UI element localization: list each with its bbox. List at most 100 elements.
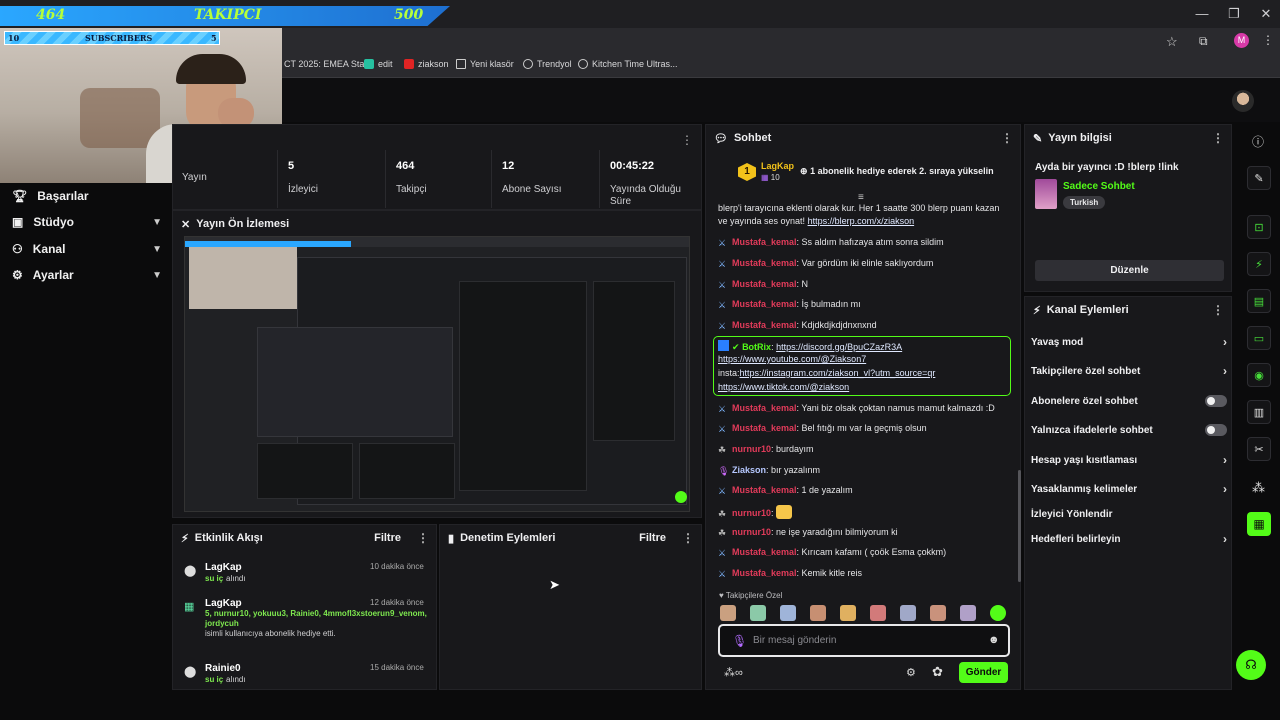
trophy-icon: 🏆︎ <box>12 189 28 203</box>
tag-badge[interactable]: Turkish <box>1063 196 1106 209</box>
emote-icon <box>776 505 793 519</box>
mod-icon: ⚔ <box>718 300 727 310</box>
nav-item-settings[interactable]: ⚙ Ayarlar ▼ <box>12 264 162 286</box>
action-banned-words[interactable]: Yasaklanmış kelimeler › <box>1031 478 1227 500</box>
gift-icon: ⊕ <box>800 166 808 176</box>
action-emote-only-chat[interactable]: Yalnızca ifadelerle sohbet <box>1031 419 1227 441</box>
stat-stream: Yayın <box>172 150 278 208</box>
close-icon[interactable]: ✕ <box>1256 6 1276 22</box>
chat-message: ⚔ Mustafa_kemal: Var gördüm iki elinle sa… <box>718 258 934 269</box>
extensions-icon[interactable]: ⧉ <box>1199 34 1208 49</box>
action-subscribers-chat[interactable]: Abonelere özel sohbet <box>1031 390 1227 412</box>
edit-button[interactable]: Düzenle <box>1035 260 1224 281</box>
action-followers-chat[interactable]: Takipçilere özel sohbet › <box>1031 360 1227 382</box>
lightning-icon[interactable]: ⚡︎ <box>1247 252 1271 276</box>
more-options-icon[interactable]: ⋮ <box>1212 303 1224 317</box>
stream-preview-video[interactable] <box>184 236 690 512</box>
browser-menu-icon[interactable]: ⋮ <box>1262 33 1274 47</box>
send-button[interactable]: Gönder <box>959 662 1008 683</box>
emote-button[interactable] <box>720 605 736 621</box>
more-options-icon[interactable]: ⋮ <box>1212 131 1224 145</box>
info-icon[interactable]: ⓘ <box>1252 133 1264 150</box>
chat-message: ve yayında ses oynat! https://blerp.com/… <box>718 216 915 226</box>
chat-input-placeholder: Bir mesaj gönderin <box>753 635 837 646</box>
bookmark-item[interactable]: Yeni klasör <box>456 59 514 69</box>
activity-item: ⬤ Rainie0 su iç alındı 15 dakika önce <box>184 663 424 684</box>
puzzle-icon[interactable]: ✿ <box>932 664 943 680</box>
activity-item: ▦ LagKap 5, nurnur10, yokuuu3, Rainie0, 4… <box>184 598 427 638</box>
chevron-right-icon: › <box>1223 364 1227 378</box>
subscribers-chat-toggle[interactable] <box>1205 395 1227 407</box>
shield-icon: ▮ <box>448 532 455 545</box>
mod-icon: ⚔ <box>718 404 727 414</box>
bookmark-favicon-icon <box>364 59 374 69</box>
emote-button[interactable] <box>810 605 826 621</box>
stat-viewers: 5 İzleyici <box>278 150 386 208</box>
more-options-icon[interactable]: ⋮ <box>417 531 429 545</box>
clapper-icon[interactable]: ▦ <box>1247 512 1271 536</box>
emote-button[interactable] <box>900 605 916 621</box>
points-icon[interactable]: ⁂∞ <box>724 666 743 679</box>
clipboard-icon[interactable]: ▤ <box>1247 289 1271 313</box>
moderation-filter-button[interactable]: Filtre <box>639 532 666 544</box>
nav-item-achievements[interactable]: 🏆︎ Başarılar <box>12 185 162 207</box>
more-options-icon[interactable]: ⋮ <box>682 531 694 545</box>
bookmark-item[interactable]: Trendyol <box>523 59 572 69</box>
star-icon[interactable]: ☆ <box>1166 34 1178 50</box>
broadcast-icon[interactable]: ◉ <box>1247 363 1271 387</box>
action-set-goals[interactable]: Hedefleri belirleyin › <box>1031 528 1227 550</box>
chat-scrollbar[interactable] <box>1018 470 1021 582</box>
profile-avatar[interactable]: M <box>1234 33 1249 48</box>
mod-icon: ⚔ <box>718 321 727 331</box>
emoji-icon[interactable]: ☻ <box>988 634 1000 646</box>
chat-input[interactable]: 🎙︎ Bir mesaj gönderin ☻ <box>718 624 1010 657</box>
action-raid[interactable]: İzleyici Yönlendir <box>1031 503 1227 525</box>
gear-icon[interactable]: ⚙ <box>906 666 916 679</box>
bookmark-item[interactable]: edit <box>364 59 393 69</box>
chat-message: ⚔ Mustafa_kemal: Kırıcam kafamı ( çoök Es… <box>718 547 947 558</box>
action-slow-mode[interactable]: Yavaş mod › <box>1031 331 1227 353</box>
layout-icon[interactable]: ▥ <box>1247 400 1271 424</box>
chat-bubble-icon[interactable]: ▭ <box>1247 326 1271 350</box>
bookmark-item[interactable]: ziakson <box>404 59 449 69</box>
community-icon[interactable]: ⁂ <box>1252 480 1265 496</box>
chat-message: ⚔ Mustafa_kemal: Bel fıtığı mı var la geç… <box>718 423 927 434</box>
action-account-age[interactable]: Hesap yaşı kısıtlaması › <box>1031 449 1227 471</box>
lightning-icon: ⚡︎ <box>1033 304 1041 317</box>
mouse-cursor-icon: ➤ <box>549 577 560 592</box>
pinned-user[interactable]: LagKap <box>761 161 794 171</box>
emote-button[interactable] <box>960 605 976 621</box>
minimize-icon[interactable]: — <box>1192 6 1212 22</box>
capture-icon[interactable]: ⊡ <box>1247 215 1271 239</box>
emote-button[interactable] <box>780 605 796 621</box>
emote-button[interactable] <box>990 605 1006 621</box>
follower-goal-target: 500 <box>394 7 424 23</box>
chat-link[interactable]: https://blerp.com/x/ziakson <box>808 216 915 226</box>
nav-item-studio[interactable]: ▣ Stüdyo ▼ <box>12 211 162 233</box>
blerp-icon: ⬤ <box>184 565 197 577</box>
user-avatar[interactable] <box>1232 90 1254 112</box>
emote-button[interactable] <box>840 605 856 621</box>
chevron-down-icon: ▼ <box>152 243 162 255</box>
edit-stream-icon[interactable]: ✎ <box>1247 166 1271 190</box>
bookmark-item[interactable]: CT 2025: EMEA Sta... <box>284 59 372 69</box>
activity-item: ⬤ LagKap su iç alındı 10 dakika önce <box>184 562 424 583</box>
bookmark-item[interactable]: Kitchen Time Ultras... <box>578 59 678 69</box>
emote-only-toggle[interactable] <box>1205 424 1227 436</box>
stat-followers: 464 Takipçi <box>386 150 492 208</box>
activity-filter-button[interactable]: Filtre <box>374 532 401 544</box>
video-icon: ▣ <box>12 215 24 229</box>
wrench-icon[interactable]: ✂ <box>1247 437 1271 461</box>
support-headset-icon[interactable]: ☊ <box>1236 650 1266 680</box>
emote-button[interactable] <box>870 605 886 621</box>
nav-item-channel[interactable]: ⚇ Kanal ▼ <box>12 238 162 260</box>
chevron-right-icon: › <box>1223 335 1227 349</box>
more-options-icon[interactable]: ⋮ <box>1001 131 1013 145</box>
emote-button[interactable] <box>750 605 766 621</box>
emote-button[interactable] <box>930 605 946 621</box>
category-name[interactable]: Sadece Sohbet <box>1063 181 1135 192</box>
category-thumbnail[interactable] <box>1035 179 1057 209</box>
more-options-icon[interactable]: ⋮ <box>681 131 693 149</box>
maximize-icon[interactable]: ❐ <box>1224 6 1244 22</box>
gift-icon: ▦ <box>184 601 195 613</box>
